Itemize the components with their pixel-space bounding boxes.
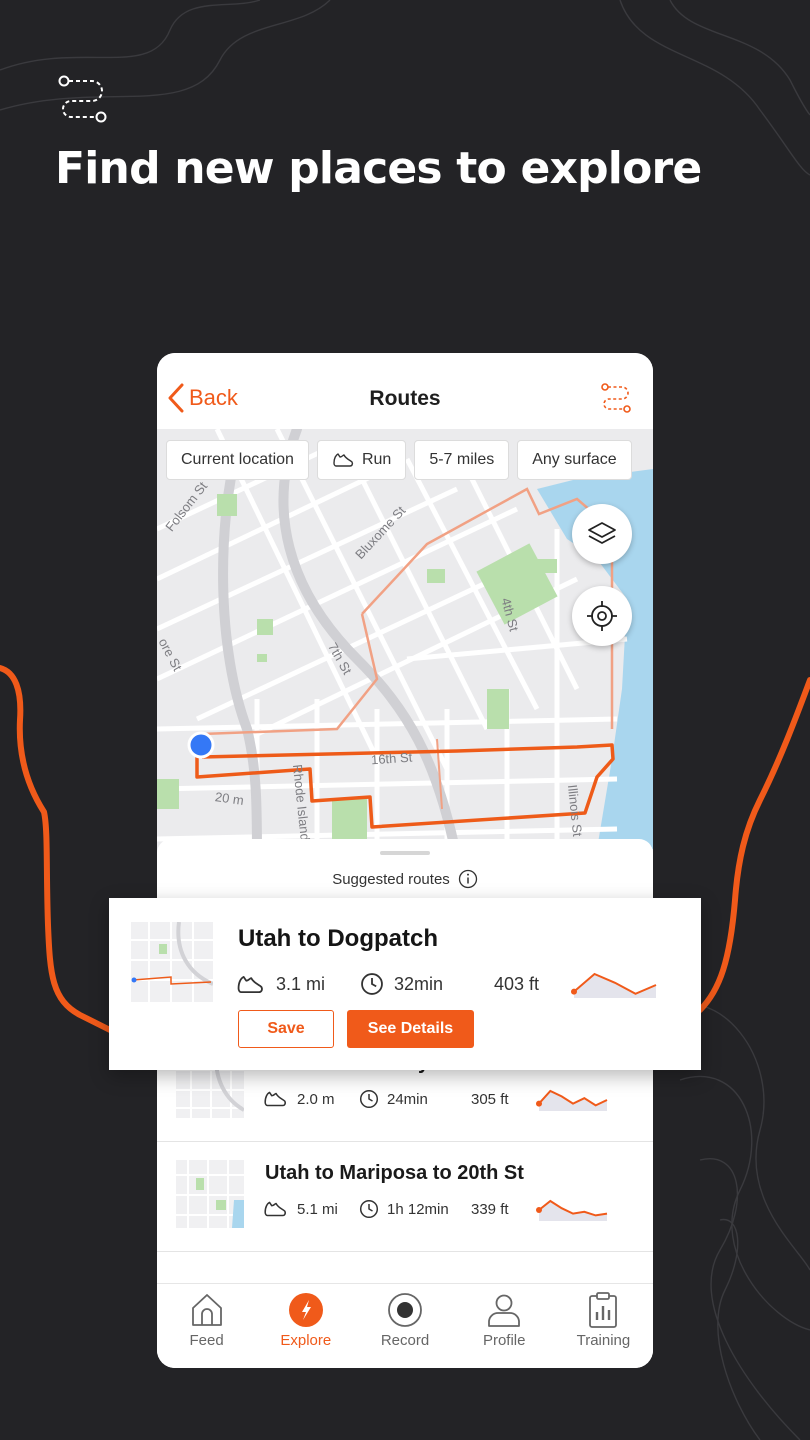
elevation-start-dot — [571, 988, 577, 995]
save-button[interactable]: Save — [238, 1010, 334, 1048]
sheet-heading: Suggested routes — [157, 869, 653, 889]
tab-feed[interactable]: Feed — [157, 1284, 256, 1368]
shoe-icon — [264, 1091, 287, 1107]
tab-label: Explore — [280, 1332, 332, 1349]
elevation-start-dot — [536, 1100, 542, 1107]
route-duration: 1h 12min — [387, 1200, 449, 1218]
chip-label: Any surface — [532, 451, 617, 468]
clock-icon — [361, 973, 383, 995]
clipboard-chart-icon — [589, 1292, 618, 1328]
featured-route-card[interactable]: Utah to Dogpatch 3.1 mi 32min 403 ft Sav… — [109, 898, 701, 1070]
route-map[interactable]: Folsom St Bluxome St 4th St 7th St ore S… — [157, 429, 653, 859]
bottom-tab-bar: Feed Explore Record Profile Training — [157, 1283, 653, 1368]
tab-record[interactable]: Record — [355, 1284, 454, 1368]
shoe-icon — [333, 453, 354, 467]
route-stats: 5.1 mi 1h 12min 339 ft — [263, 1197, 611, 1221]
filter-chip-distance[interactable]: 5-7 miles — [414, 440, 510, 480]
filter-chips: Current location Run 5-7 miles Any surfa… — [166, 440, 632, 480]
route-elevation: 339 ft — [471, 1200, 509, 1218]
clock-icon — [359, 1199, 379, 1219]
shoe-icon — [237, 975, 263, 993]
route-plan-icon[interactable] — [599, 382, 633, 414]
home-icon — [191, 1294, 222, 1326]
route-distance: 5.1 mi — [297, 1200, 338, 1218]
filter-chip-location[interactable]: Current location — [166, 440, 309, 480]
elevation-start-dot — [536, 1207, 542, 1213]
profile-icon — [488, 1294, 521, 1327]
tab-label: Record — [380, 1332, 430, 1349]
chip-label: Run — [361, 451, 392, 468]
street-label: 16th St — [370, 749, 413, 768]
see-details-button[interactable]: See Details — [347, 1010, 474, 1048]
sheet-grabber[interactable] — [380, 851, 430, 855]
elevation-area — [539, 1201, 607, 1221]
tab-explore[interactable]: Explore — [256, 1284, 355, 1368]
locate-button[interactable] — [572, 586, 632, 646]
route-distance: 2.0 m — [297, 1090, 335, 1108]
layers-button[interactable] — [572, 504, 632, 564]
phone-screen: Back Routes Folsom St Bluxome St 4th St … — [157, 353, 653, 1368]
elevation-profile-chart — [536, 1199, 608, 1221]
info-icon[interactable] — [458, 869, 478, 889]
elevation-profile-chart — [571, 972, 657, 998]
route-distance: 3.1 mi — [276, 973, 326, 994]
tab-profile[interactable]: Profile — [455, 1284, 554, 1368]
chip-label: 5-7 miles — [429, 451, 495, 468]
chip-label: Current location — [181, 451, 294, 468]
record-icon — [388, 1293, 422, 1327]
featured-route-stats: 3.1 mi 32min 403 ft — [236, 970, 660, 998]
list-item[interactable]: Utah to Mariposa to 20th St 5.1 mi 1h 12… — [157, 1142, 653, 1252]
route-title: Utah to Mariposa to 20th St — [265, 1162, 524, 1184]
elevation-area — [574, 974, 656, 998]
filter-chip-activity[interactable]: Run — [316, 440, 407, 480]
tab-label: Profile — [482, 1332, 526, 1349]
route-duration: 24min — [387, 1090, 428, 1108]
page-title: Routes — [369, 387, 441, 410]
tab-label: Feed — [189, 1332, 224, 1349]
route-thumbnail — [131, 922, 213, 1002]
featured-route-title: Utah to Dogpatch — [238, 925, 438, 952]
route-elevation: 305 ft — [471, 1090, 509, 1108]
clock-icon — [359, 1089, 379, 1109]
crosshair-icon — [587, 601, 617, 631]
headline: Find new places to explore — [55, 143, 702, 194]
route-elevation: 403 ft — [494, 973, 540, 994]
route-duration: 32min — [394, 973, 444, 994]
shoe-icon — [264, 1201, 287, 1217]
route-hero-icon — [58, 75, 107, 123]
nav-bar: Back Routes — [157, 353, 653, 429]
route-thumbnail — [176, 1160, 244, 1228]
compass-icon — [288, 1293, 323, 1327]
sheet-heading-label: Suggested routes — [332, 870, 450, 888]
elevation-area — [539, 1091, 607, 1111]
divider — [157, 1251, 653, 1252]
layers-icon — [588, 522, 616, 544]
route-stats: 2.0 m 24min 305 ft — [263, 1087, 611, 1111]
filter-chip-surface[interactable]: Any surface — [517, 440, 632, 480]
tab-label: Training — [576, 1332, 631, 1349]
tab-training[interactable]: Training — [554, 1284, 653, 1368]
elevation-profile-chart — [536, 1089, 608, 1111]
